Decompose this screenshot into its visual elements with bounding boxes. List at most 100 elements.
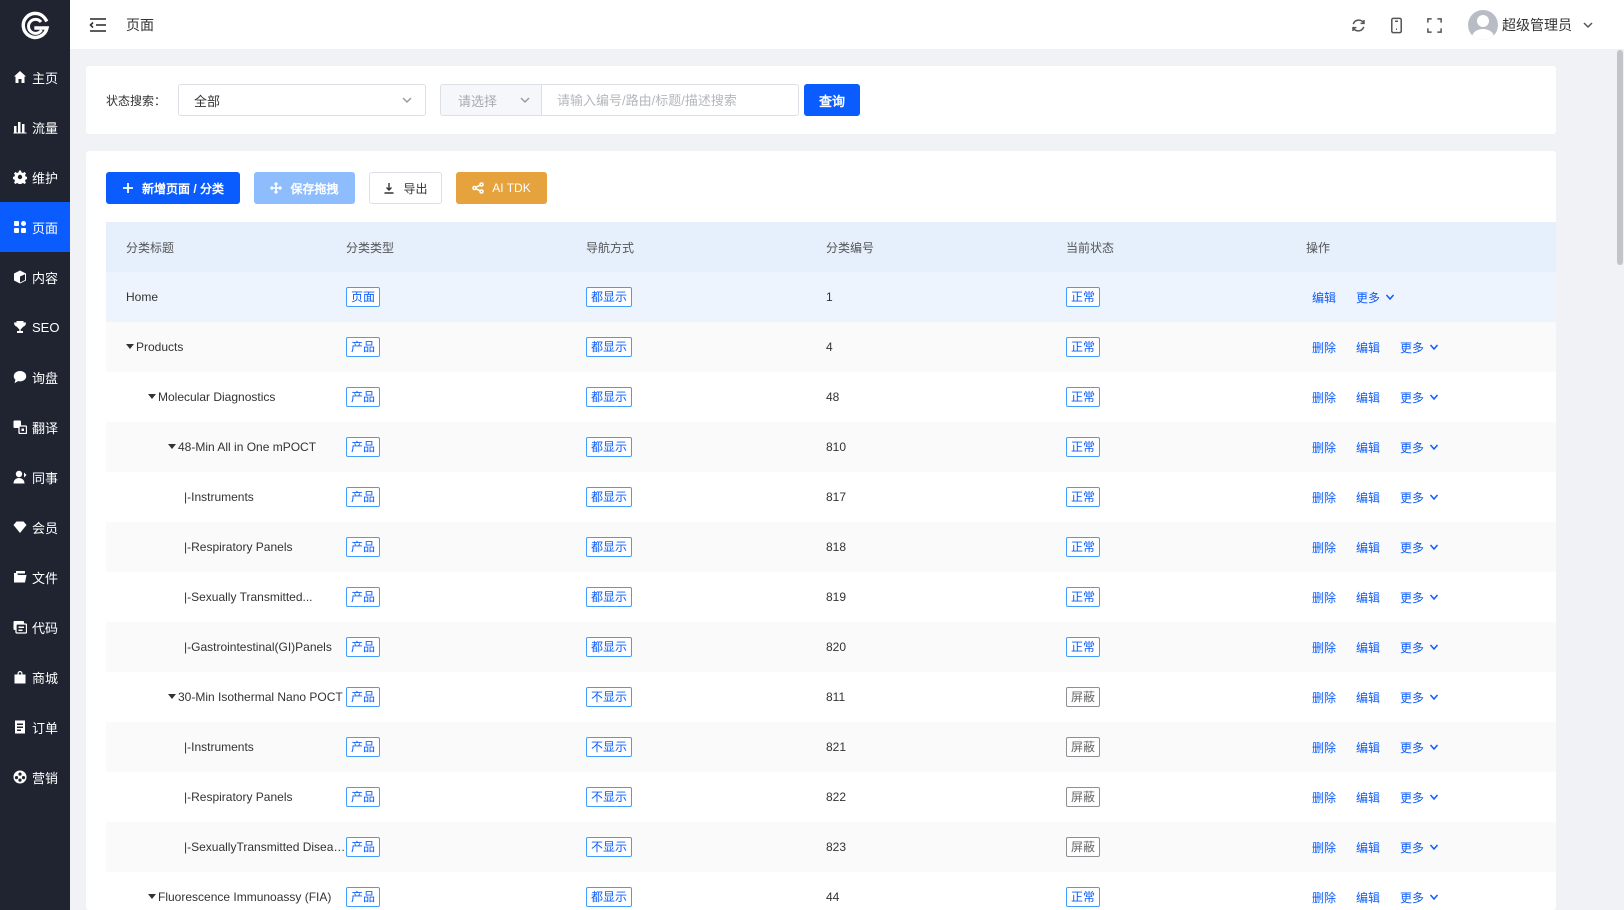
sidebar-item-1[interactable]: 流量 [0, 102, 70, 152]
row-action-2[interactable]: 更多 [1400, 639, 1439, 656]
ai-tdk-label: AI TDK [492, 181, 531, 195]
translate-icon [12, 419, 28, 435]
row-action-0[interactable]: 删除 [1312, 789, 1336, 806]
expand-toggle-icon[interactable] [148, 894, 156, 899]
page-scrollbar[interactable] [1616, 50, 1624, 910]
row-action-0[interactable]: 删除 [1312, 389, 1336, 406]
row-action-0[interactable]: 删除 [1312, 539, 1336, 556]
table-row[interactable]: |-Respiratory Panels 产品 不显示 822 屏蔽 删除 编辑 更多 [106, 772, 1556, 822]
sidebar-item-12[interactable]: 商城 [0, 652, 70, 702]
row-action-1[interactable]: 编辑 [1356, 889, 1380, 906]
sidebar-item-6[interactable]: 询盘 [0, 352, 70, 402]
row-action-1[interactable]: 编辑 [1356, 389, 1380, 406]
table-row[interactable]: Fluorescence Immunoassy (FIA) 产品 都显示 44 正常 删除… [106, 872, 1556, 910]
row-action-0[interactable]: 删除 [1312, 639, 1336, 656]
row-action-2[interactable]: 更多 [1400, 339, 1439, 356]
row-action-1[interactable]: 编辑 [1356, 689, 1380, 706]
scrollbar-thumb[interactable] [1617, 50, 1623, 265]
row-action-1[interactable]: 编辑 [1356, 589, 1380, 606]
table-row[interactable]: Home 页面 都显示 1 正常 编辑 更多 [106, 272, 1556, 322]
column-header-title[interactable]: 分类标题 [106, 239, 346, 256]
refresh-icon[interactable] [1348, 15, 1368, 35]
logo[interactable] [0, 0, 70, 52]
row-action-0[interactable]: 删除 [1312, 839, 1336, 856]
row-action-2[interactable]: 更多 [1400, 739, 1439, 756]
row-action-2[interactable]: 更多 [1400, 489, 1439, 506]
cell-nav: 都显示 [586, 887, 826, 907]
table-row[interactable]: Molecular Diagnostics 产品 都显示 48 正常 删除 编辑 更多 [106, 372, 1556, 422]
row-action-1[interactable]: 编辑 [1356, 839, 1380, 856]
row-action-0[interactable]: 删除 [1312, 689, 1336, 706]
row-action-2[interactable]: 更多 [1400, 439, 1439, 456]
row-action-1[interactable]: 编辑 [1356, 439, 1380, 456]
cell-title: |-Gastrointestinal(GI)Panels [106, 640, 346, 654]
table-row[interactable]: |-SexuallyTransmitted Disease... 产品 不显示 823… [106, 822, 1556, 872]
row-action-2[interactable]: 更多 [1400, 889, 1439, 906]
row-action-0[interactable]: 删除 [1312, 889, 1336, 906]
sidebar-item-9[interactable]: 会员 [0, 502, 70, 552]
expand-toggle-icon[interactable] [168, 444, 176, 449]
expand-toggle-icon[interactable] [148, 394, 156, 399]
sidebar-item-7[interactable]: 翻译 [0, 402, 70, 452]
sidebar-item-5[interactable]: SEO [0, 302, 70, 352]
column-header-status[interactable]: 当前状态 [1066, 239, 1306, 256]
export-button[interactable]: 导出 [369, 172, 442, 204]
row-action-0[interactable]: 删除 [1312, 589, 1336, 606]
mobile-preview-icon[interactable] [1386, 15, 1406, 35]
row-action-0[interactable]: 删除 [1312, 439, 1336, 456]
table-row[interactable]: 30-Min Isothermal Nano POCT 产品 不显示 811 屏蔽 删除 编… [106, 672, 1556, 722]
sidebar-item-8[interactable]: 同事 [0, 452, 70, 502]
status-search-label: 状态搜索： [106, 93, 167, 108]
grid-icon [12, 219, 28, 235]
expand-toggle-icon[interactable] [126, 344, 134, 349]
row-action-2[interactable]: 更多 [1400, 389, 1439, 406]
menu-fold-icon[interactable] [88, 15, 108, 35]
row-action-2[interactable]: 更多 [1400, 789, 1439, 806]
sidebar-item-10[interactable]: 文件 [0, 552, 70, 602]
column-header-type[interactable]: 分类类型 [346, 239, 586, 256]
table-row[interactable]: |-Sexually Transmitted... 产品 都显示 819 正常 删除 编辑 更… [106, 572, 1556, 622]
table-row[interactable]: |-Instruments 产品 不显示 821 屏蔽 删除 编辑 更多 [106, 722, 1556, 772]
row-action-1[interactable]: 编辑 [1356, 789, 1380, 806]
column-header-nav[interactable]: 导航方式 [586, 239, 826, 256]
row-action-2[interactable]: 更多 [1400, 839, 1439, 856]
row-action-1[interactable]: 编辑 [1356, 539, 1380, 556]
row-action-0[interactable]: 删除 [1312, 739, 1336, 756]
table-row[interactable]: |-Gastrointestinal(GI)Panels 产品 都显示 820 正常 删除… [106, 622, 1556, 672]
table-row[interactable]: 48-Min All in One mPOCT 产品 都显示 810 正常 删除 编辑 更多 [106, 422, 1556, 472]
sidebar-item-14[interactable]: 营销 [0, 752, 70, 802]
sidebar-item-2[interactable]: 维护 [0, 152, 70, 202]
status-select[interactable]: 全部 [178, 84, 426, 116]
row-action-1[interactable]: 编辑 [1356, 339, 1380, 356]
row-action-1[interactable]: 编辑 [1356, 739, 1380, 756]
search-input[interactable] [541, 84, 799, 116]
search-field-select[interactable]: 请选择 [440, 84, 541, 116]
sidebar-item-11[interactable]: 代码 [0, 602, 70, 652]
code-icon [12, 619, 28, 635]
add-page-button[interactable]: 新增页面 / 分类 [106, 172, 240, 204]
table-row[interactable]: Products 产品 都显示 4 正常 删除 编辑 更多 [106, 322, 1556, 372]
ai-tdk-button[interactable]: AI TDK [456, 172, 547, 204]
row-action-2[interactable]: 更多 [1400, 539, 1439, 556]
sidebar-item-0[interactable]: 主页 [0, 52, 70, 102]
sidebar-item-3[interactable]: 页面 [0, 202, 70, 252]
sidebar-item-13[interactable]: 订单 [0, 702, 70, 752]
row-action-2[interactable]: 更多 [1400, 689, 1439, 706]
row-action-2[interactable]: 更多 [1400, 589, 1439, 606]
save-drag-button[interactable]: 保存拖拽 [254, 172, 355, 204]
table-row[interactable]: |-Respiratory Panels 产品 都显示 818 正常 删除 编辑 更多 [106, 522, 1556, 572]
sidebar-item-label: 翻译 [32, 420, 59, 436]
row-action-1[interactable]: 编辑 [1356, 489, 1380, 506]
row-action-0[interactable]: 编辑 [1312, 289, 1336, 306]
table-row[interactable]: |-Instruments 产品 都显示 817 正常 删除 编辑 更多 [106, 472, 1556, 522]
column-header-id[interactable]: 分类编号 [826, 239, 1066, 256]
row-action-1[interactable]: 更多 [1356, 289, 1395, 306]
row-action-1[interactable]: 编辑 [1356, 639, 1380, 656]
fullscreen-icon[interactable] [1424, 15, 1444, 35]
row-action-0[interactable]: 删除 [1312, 339, 1336, 356]
user-menu[interactable]: 超级管理员 [1468, 10, 1594, 40]
row-action-0[interactable]: 删除 [1312, 489, 1336, 506]
sidebar-item-4[interactable]: 内容 [0, 252, 70, 302]
expand-toggle-icon[interactable] [168, 694, 176, 699]
query-button[interactable]: 查询 [804, 84, 860, 116]
